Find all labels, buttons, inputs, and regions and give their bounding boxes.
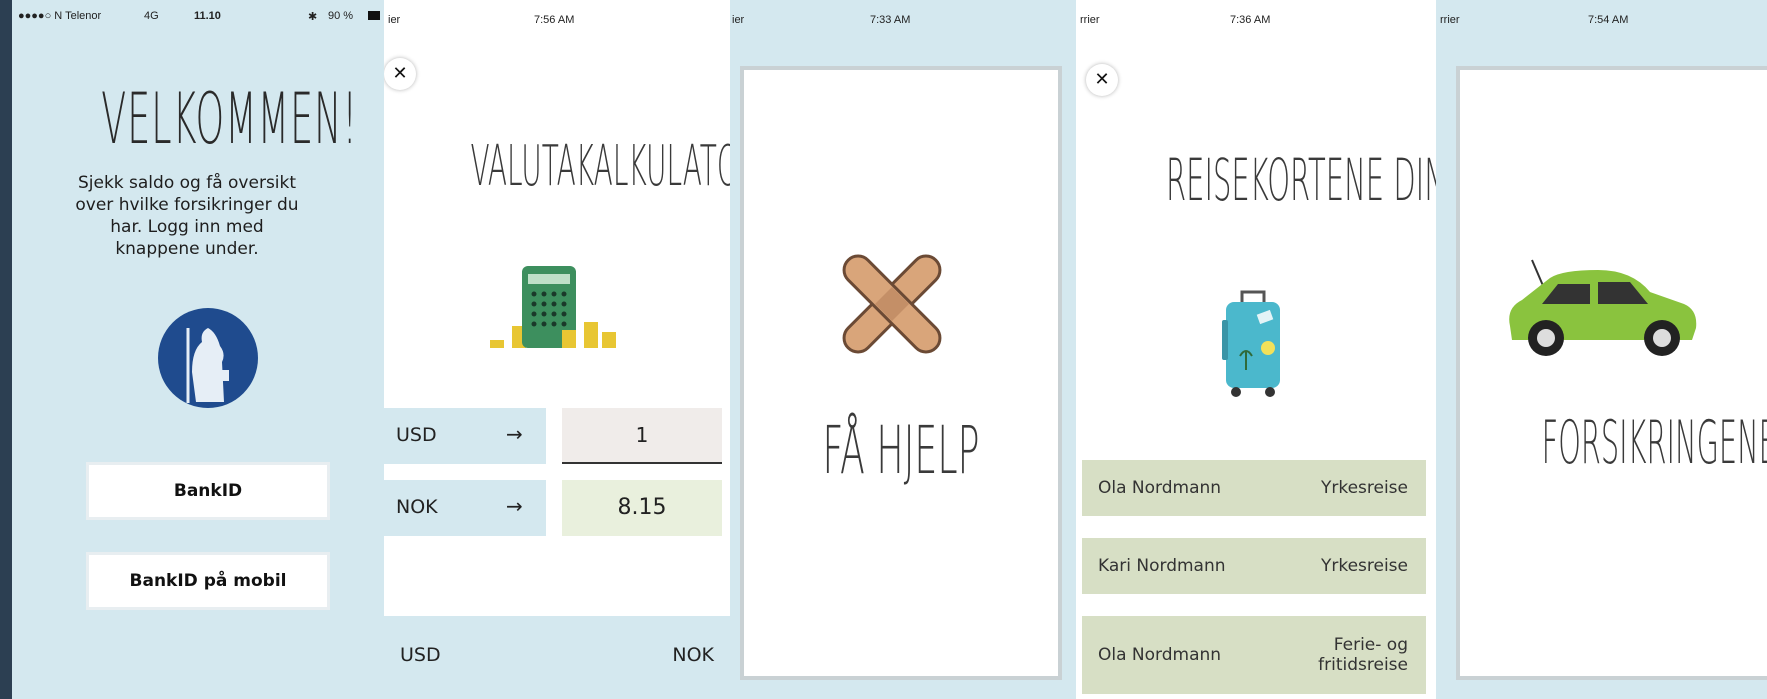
- to-amount-value: 8.15: [562, 480, 722, 536]
- card-holder-name: Ola Nordmann: [1098, 478, 1222, 498]
- carrier-label: rrier: [1440, 14, 1460, 26]
- travel-card-row[interactable]: Kari Nordmann Yrkesreise: [1082, 538, 1426, 594]
- bottom-left-currency: USD: [400, 644, 441, 666]
- page-title: REISEKORTENE DINE: [1166, 146, 1436, 214]
- from-currency-select[interactable]: USD →: [384, 408, 546, 464]
- currency-screen: ier 7:56 AM ✕ VALUTAKALKULATOR USD → 1 N…: [384, 0, 730, 699]
- card-holder-name: Kari Nordmann: [1098, 556, 1226, 576]
- time-label: 7:54 AM: [1588, 14, 1629, 26]
- suitcase-icon: [1222, 290, 1284, 400]
- time-label: 7:36 AM: [1230, 14, 1271, 26]
- intro-text: Sjekk saldo og få oversikt over hvilke f…: [75, 173, 299, 259]
- car-icon: [1502, 248, 1702, 360]
- page-title: FÅ HJELP: [822, 412, 980, 489]
- guard-figure-icon: [158, 308, 258, 408]
- card-type: Ferie- og fritidsreise: [1318, 635, 1408, 675]
- bankid-mobile-button[interactable]: BankID på mobil: [86, 552, 330, 610]
- battery-label: 90 %: [328, 10, 354, 22]
- page-title: FORSIKRINGENE DINE: [1541, 408, 1767, 478]
- carrier-label: ier: [732, 14, 745, 26]
- welcome-screen: ●●●●○ N Telenor 4G 11.10 ✱ 90 % VELKOMME…: [12, 0, 384, 699]
- battery-icon: [368, 11, 380, 20]
- insurances-screen: rrier 7:54 AM FORSIKRINGENE DINE: [1436, 0, 1767, 699]
- page-title: VELKOMMEN!: [101, 78, 359, 160]
- close-button[interactable]: ✕: [1086, 64, 1118, 96]
- bottom-right-currency: NOK: [672, 644, 714, 666]
- carrier-label: ier: [388, 14, 401, 26]
- travel-card-row[interactable]: Ola Nordmann Ferie- og fritidsreise: [1082, 616, 1426, 694]
- to-currency-code: NOK: [396, 496, 438, 518]
- bluetooth-icon: ✱: [308, 11, 318, 23]
- card-type: Yrkesreise: [1320, 478, 1408, 498]
- travel-card-row[interactable]: Ola Nordmann Yrkesreise: [1082, 460, 1426, 516]
- from-amount-input[interactable]: 1: [562, 408, 722, 464]
- to-currency-select[interactable]: NOK →: [384, 480, 546, 536]
- close-button[interactable]: ✕: [384, 58, 416, 90]
- travel-cards-screen: rrier 7:36 AM ✕ REISEKORTENE DINE Ola No…: [1076, 0, 1436, 699]
- card-holder-name: Ola Nordmann: [1098, 645, 1222, 665]
- carrier-label: ●●●●○ N Telenor: [18, 10, 102, 22]
- time-label: 7:33 AM: [870, 14, 911, 26]
- page-title: VALUTAKALKULATOR: [470, 134, 731, 199]
- status-bar: rrier 7:54 AM: [1436, 10, 1767, 30]
- status-bar: ier 7:56 AM: [384, 10, 730, 30]
- network-label: 4G: [144, 10, 159, 22]
- currency-bottom-bar[interactable]: USD NOK: [384, 616, 730, 699]
- bankid-button[interactable]: BankID: [86, 462, 330, 520]
- time-label: 7:56 AM: [534, 14, 575, 26]
- card-type: Yrkesreise: [1320, 556, 1408, 576]
- from-currency-code: USD: [396, 424, 437, 446]
- carrier-label: rrier: [1080, 14, 1100, 26]
- status-bar: ●●●●○ N Telenor 4G 11.10 ✱ 90 %: [12, 6, 384, 26]
- screenshot-collage: ●●●●○ N Telenor 4G 11.10 ✱ 90 % VELKOMME…: [0, 0, 1767, 699]
- status-bar: rrier 7:36 AM: [1076, 10, 1436, 30]
- help-card[interactable]: FÅ HJELP: [740, 66, 1062, 680]
- panel-divider: [0, 0, 12, 699]
- status-bar: ier 7:33 AM: [730, 10, 1076, 30]
- help-screen: ier 7:33 AM FÅ HJELP: [730, 0, 1076, 699]
- time-label: 11.10: [194, 10, 221, 22]
- arrow-icon: →: [506, 422, 523, 446]
- insurances-card[interactable]: FORSIKRINGENE DINE: [1456, 66, 1767, 680]
- calculator-coins-icon: [490, 262, 620, 358]
- bandage-cross-icon: [834, 246, 950, 362]
- arrow-icon: →: [506, 494, 523, 518]
